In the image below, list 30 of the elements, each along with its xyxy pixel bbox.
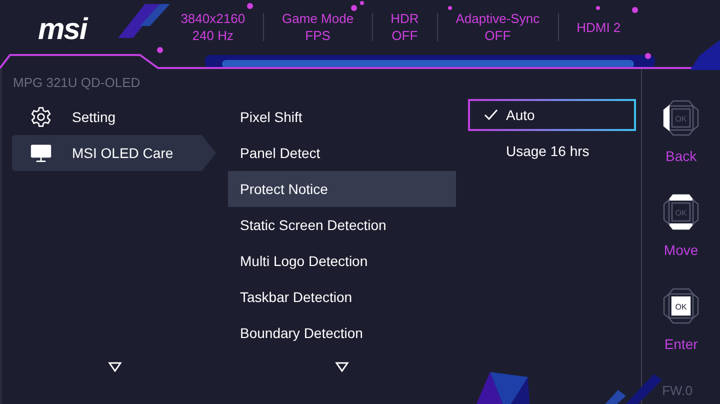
status-label: HDR — [390, 10, 419, 27]
status-label: Game Mode — [282, 10, 354, 27]
sidebar-item[interactable]: MSI OLED Care — [12, 135, 216, 171]
scroll-down-icon[interactable] — [108, 362, 122, 372]
model-name: MPG 321U QD-OLED — [13, 74, 140, 90]
nav-label: Back — [665, 148, 697, 164]
menu-item[interactable]: Protect Notice — [228, 171, 456, 207]
status-value: FPS — [305, 27, 330, 44]
menu-item[interactable]: Taskbar Detection — [228, 279, 456, 315]
monitor-icon — [30, 142, 52, 164]
option-item[interactable]: Auto — [468, 99, 636, 131]
menu-item[interactable]: Static Screen Detection — [228, 207, 456, 243]
firmware-version: FW.0 — [662, 383, 692, 398]
option-item[interactable]: Usage 16 hrs — [468, 135, 636, 167]
nav-label: Enter — [664, 336, 698, 352]
status-value: 240 Hz — [192, 27, 234, 44]
nav-label: Move — [664, 242, 698, 258]
status-value: OFF — [392, 27, 418, 44]
status-value: OFF — [484, 27, 511, 44]
menu-item[interactable]: Pixel Shift — [228, 99, 456, 135]
scroll-down-icon[interactable] — [335, 362, 349, 372]
menu-item[interactable]: Multi Logo Detection — [228, 243, 456, 279]
status-label: 3840x2160 — [180, 10, 246, 27]
gear-icon — [30, 106, 52, 128]
sidebar-item[interactable]: Setting — [12, 99, 228, 135]
brand-logo: msi — [38, 13, 87, 47]
menu-item[interactable]: Boundary Detection — [228, 315, 456, 351]
status-label: Adaptive-Sync — [456, 10, 540, 27]
menu-item[interactable]: Panel Detect — [228, 135, 456, 171]
status-label: HDMI 2 — [576, 18, 621, 36]
